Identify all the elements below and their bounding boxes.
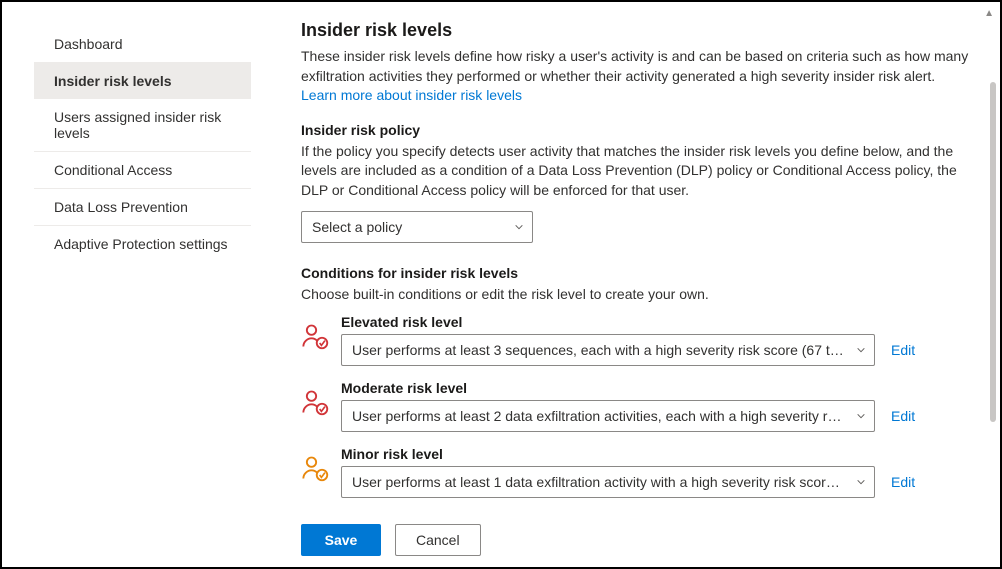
conditions-title: Conditions for insider risk levels [301, 265, 970, 281]
sidebar-item-users-assigned[interactable]: Users assigned insider risk levels [34, 99, 251, 152]
edit-link-elevated[interactable]: Edit [891, 342, 915, 358]
person-risk-icon [301, 388, 329, 416]
button-bar: Save Cancel [301, 512, 978, 567]
save-button[interactable]: Save [301, 524, 381, 556]
risk-select-value: User performs at least 3 sequences, each… [352, 342, 869, 358]
sidebar-item-conditional-access[interactable]: Conditional Access [34, 152, 251, 189]
page-description-text: These insider risk levels define how ris… [301, 48, 968, 84]
page-description: These insider risk levels define how ris… [301, 47, 970, 106]
chevron-down-icon [852, 407, 866, 425]
sidebar-item-data-loss-prevention[interactable]: Data Loss Prevention [34, 189, 251, 226]
policy-section-title: Insider risk policy [301, 122, 970, 138]
conditions-section: Conditions for insider risk levels Choos… [301, 265, 970, 499]
conditions-description: Choose built-in conditions or edit the r… [301, 285, 970, 305]
risk-body: Elevated risk level User performs at lea… [341, 314, 970, 366]
policy-section-description: If the policy you specify detects user a… [301, 142, 970, 201]
risk-select-value: User performs at least 1 data exfiltrati… [352, 474, 875, 490]
policy-select[interactable]: Select a policy [301, 211, 533, 243]
sidebar-item-dashboard[interactable]: Dashboard [34, 26, 251, 63]
sidebar-list: Dashboard Insider risk levels Users assi… [2, 26, 263, 262]
person-risk-icon [301, 322, 329, 350]
risk-row-minor: Minor risk level User performs at least … [301, 446, 970, 498]
risk-select-minor[interactable]: User performs at least 1 data exfiltrati… [341, 466, 875, 498]
risk-select-elevated[interactable]: User performs at least 3 sequences, each… [341, 334, 875, 366]
chevron-down-icon [852, 473, 866, 491]
scroll-up-icon[interactable]: ▲ [984, 8, 994, 19]
policy-select-value: Select a policy [312, 219, 402, 235]
chevron-down-icon [514, 218, 524, 236]
main-scroll-area: Insider risk levels These insider risk l… [301, 20, 978, 500]
risk-label-minor: Minor risk level [341, 446, 970, 462]
risk-body: Minor risk level User performs at least … [341, 446, 970, 498]
risk-select-row: User performs at least 3 sequences, each… [341, 334, 970, 366]
scrollbar[interactable] [990, 82, 996, 422]
chevron-down-icon [852, 341, 866, 359]
sidebar-item-adaptive-protection[interactable]: Adaptive Protection settings [34, 226, 251, 262]
risk-select-moderate[interactable]: User performs at least 2 data exfiltrati… [341, 400, 875, 432]
cancel-button[interactable]: Cancel [395, 524, 481, 556]
risk-select-row: User performs at least 1 data exfiltrati… [341, 466, 970, 498]
page-title: Insider risk levels [301, 20, 970, 41]
main-content: ▲ Insider risk levels These insider risk… [263, 2, 1000, 567]
risk-label-elevated: Elevated risk level [341, 314, 970, 330]
sidebar: Dashboard Insider risk levels Users assi… [2, 2, 263, 567]
learn-more-link[interactable]: Learn more about insider risk levels [301, 87, 522, 103]
risk-row-moderate: Moderate risk level User performs at lea… [301, 380, 970, 432]
edit-link-moderate[interactable]: Edit [891, 408, 915, 424]
risk-select-value: User performs at least 2 data exfiltrati… [352, 408, 875, 424]
person-risk-icon [301, 454, 329, 482]
risk-select-row: User performs at least 2 data exfiltrati… [341, 400, 970, 432]
risk-label-moderate: Moderate risk level [341, 380, 970, 396]
edit-link-minor[interactable]: Edit [891, 474, 915, 490]
sidebar-item-insider-risk-levels[interactable]: Insider risk levels [34, 63, 251, 99]
risk-row-elevated: Elevated risk level User performs at lea… [301, 314, 970, 366]
risk-body: Moderate risk level User performs at lea… [341, 380, 970, 432]
